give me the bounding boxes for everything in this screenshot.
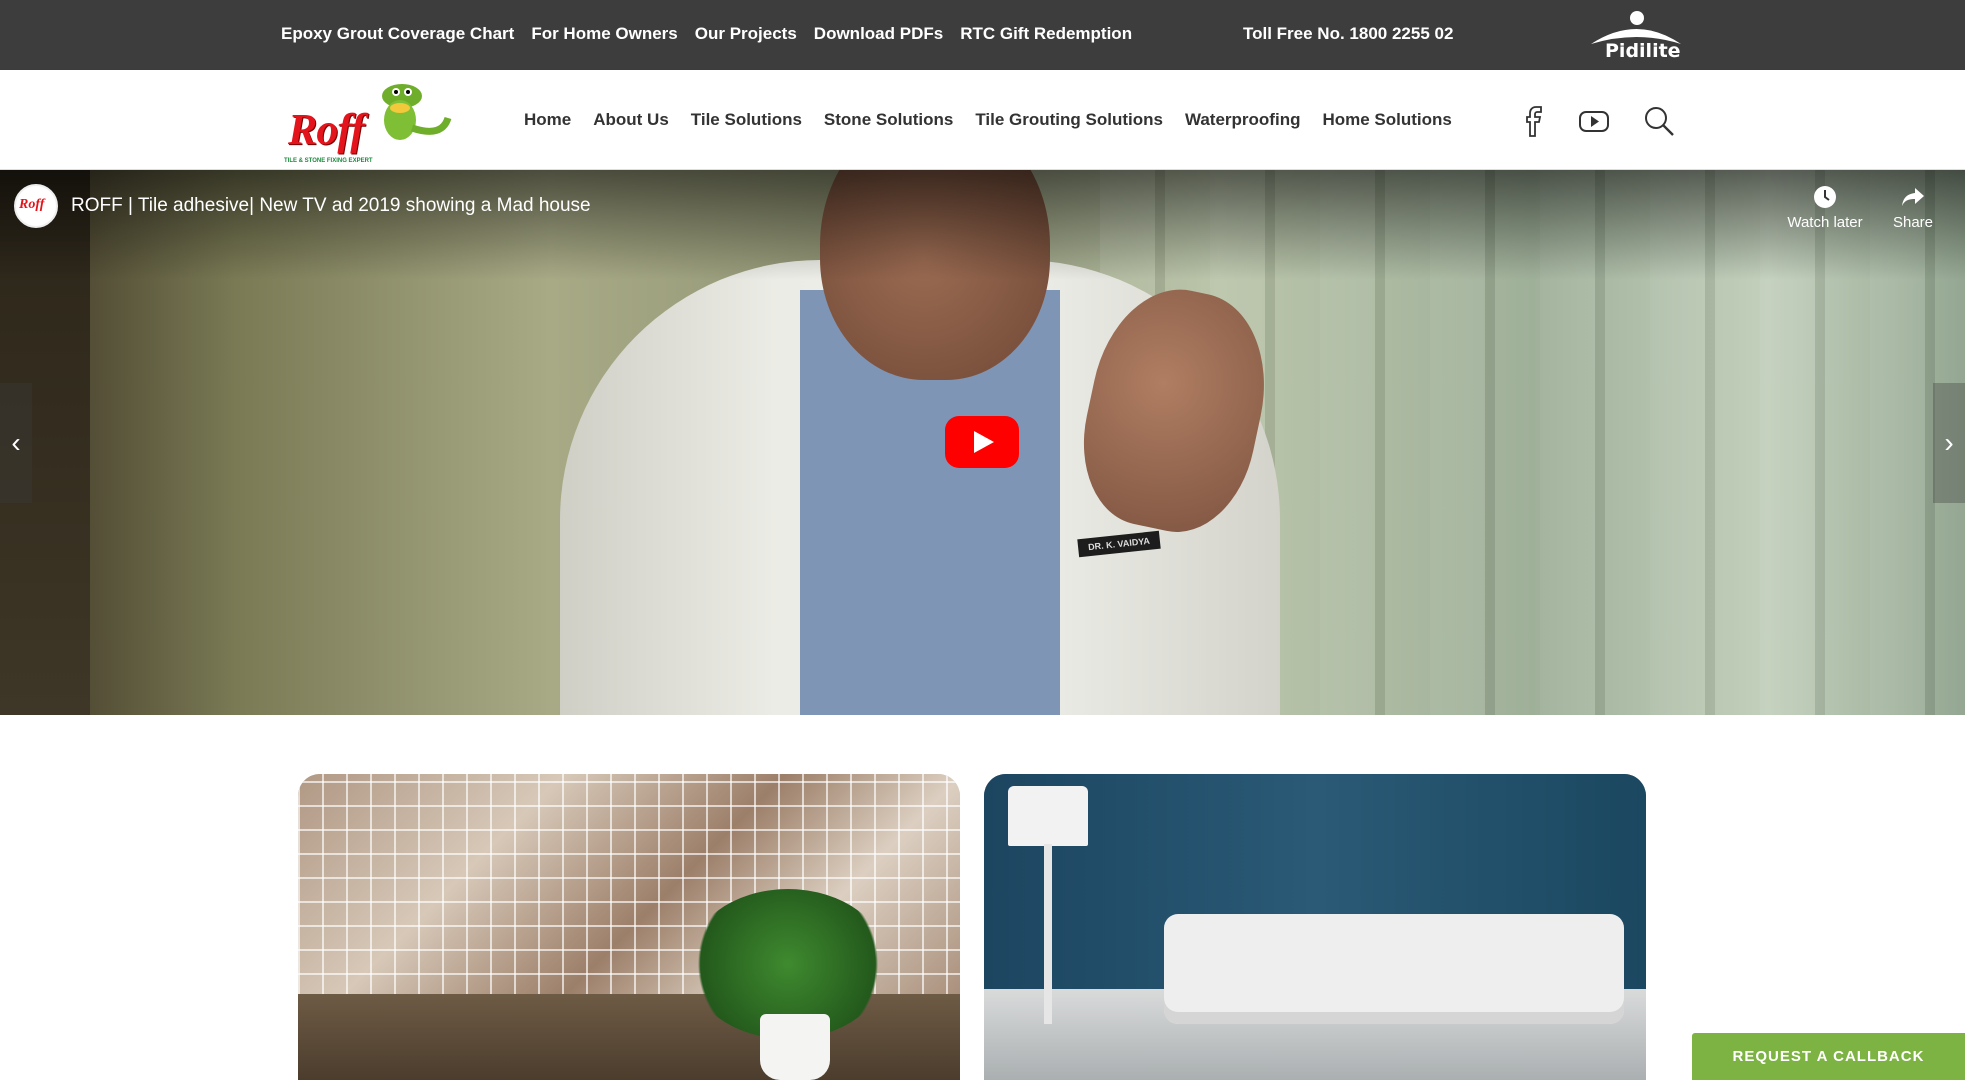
nav-home-solutions[interactable]: Home Solutions [1322, 110, 1451, 130]
clock-icon [1814, 186, 1836, 208]
search-icon[interactable] [1642, 104, 1676, 138]
link-rtc-gift-redemption[interactable]: RTC Gift Redemption [960, 24, 1132, 44]
roff-wordmark: Roff [288, 105, 365, 154]
tile-card-image[interactable] [298, 774, 960, 1080]
floor-lamp-pole-image [1044, 844, 1052, 1024]
pidilite-wordmark: Pidilite [1605, 40, 1681, 62]
floor-lamp-shade-image [1008, 786, 1088, 846]
main-nav: Home About Us Tile Solutions Stone Solut… [524, 110, 1452, 130]
nav-tile-grouting-solutions[interactable]: Tile Grouting Solutions [975, 110, 1163, 130]
share-button[interactable]: Share [1868, 184, 1958, 231]
crocodile-mascot-icon [382, 84, 452, 140]
nav-tile-solutions[interactable]: Tile Solutions [691, 110, 802, 130]
nav-home[interactable]: Home [524, 110, 571, 130]
pot-image [760, 1014, 830, 1080]
link-our-projects[interactable]: Our Projects [695, 24, 797, 44]
request-callback-button[interactable]: REQUEST A CALLBACK [1692, 1033, 1965, 1080]
youtube-play-button[interactable] [945, 416, 1019, 468]
slider-prev-arrow[interactable]: ‹ [0, 383, 32, 503]
nav-stone-solutions[interactable]: Stone Solutions [824, 110, 953, 130]
roff-logo[interactable]: Roff TILE & STONE FIXING EXPERT [284, 78, 452, 164]
watch-later-label: Watch later [1787, 214, 1863, 231]
toll-free-number: Toll Free No. 1800 2255 02 [1243, 24, 1454, 43]
utility-links: Epoxy Grout Coverage Chart For Home Owne… [281, 24, 1132, 44]
channel-avatar[interactable]: Roff [14, 184, 58, 228]
link-download-pdfs[interactable]: Download PDFs [814, 24, 943, 44]
share-label: Share [1892, 214, 1934, 231]
link-epoxy-grout-coverage-chart[interactable]: Epoxy Grout Coverage Chart [281, 24, 514, 44]
link-for-home-owners[interactable]: For Home Owners [531, 24, 677, 44]
roff-tagline: TILE & STONE FIXING EXPERT [284, 158, 373, 164]
nav-waterproofing[interactable]: Waterproofing [1185, 110, 1301, 130]
share-arrow-icon [1902, 188, 1924, 206]
watch-later-button[interactable]: Watch later [1780, 184, 1870, 231]
home-card-image[interactable] [984, 774, 1646, 1080]
video-top-shade [0, 170, 1965, 280]
facebook-icon[interactable] [1518, 104, 1552, 138]
nav-about-us[interactable]: About Us [593, 110, 669, 130]
white-sofa-image [1164, 914, 1624, 1024]
pidilite-logo[interactable]: Pidilite [1585, 8, 1685, 64]
video-title[interactable]: ROFF | Tile adhesive| New TV ad 2019 sho… [71, 195, 591, 217]
slider-next-arrow[interactable]: › [1933, 383, 1965, 503]
main-header: Roff TILE & STONE FIXING EXPERT Home Abo… [0, 70, 1965, 170]
channel-avatar-text: Roff [19, 197, 45, 212]
video-hero[interactable]: DR. K. VAIDYA Roff ROFF | Tile adhesive|… [0, 170, 1965, 715]
youtube-icon[interactable] [1577, 104, 1611, 138]
top-utility-bar: Epoxy Grout Coverage Chart For Home Owne… [0, 0, 1965, 70]
